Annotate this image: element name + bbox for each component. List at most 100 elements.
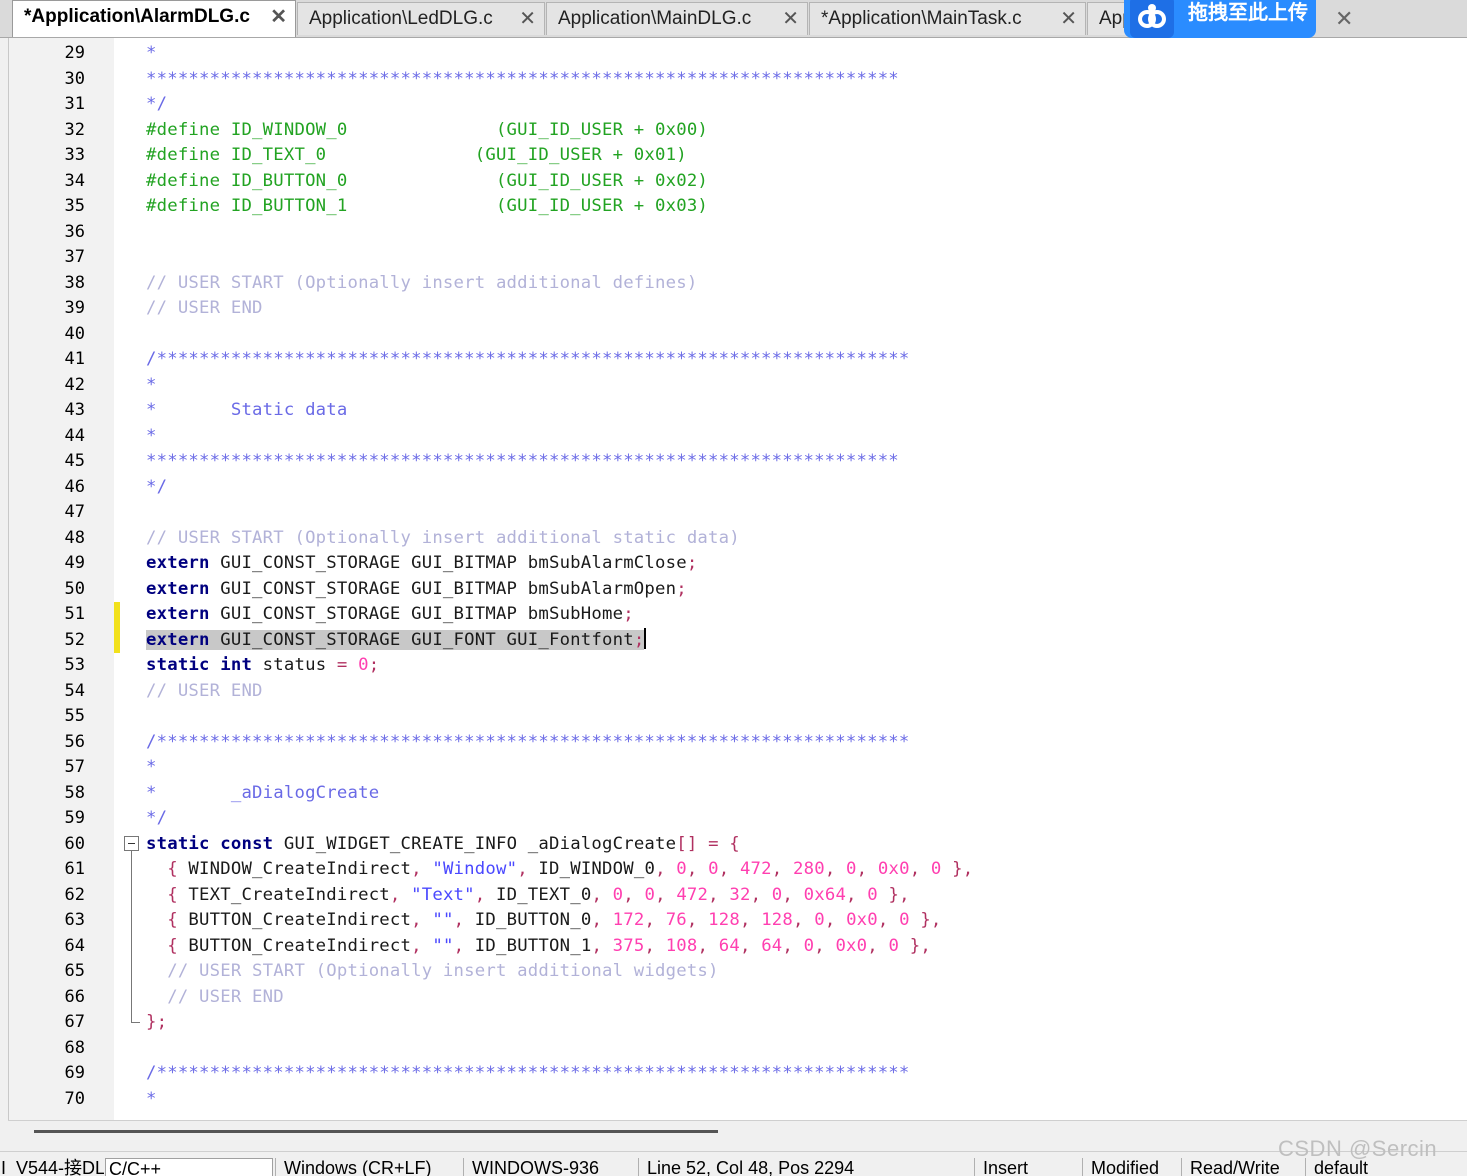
code-line[interactable]: 40 [9, 322, 1467, 348]
code-line[interactable]: 55 [9, 704, 1467, 730]
code-token: "" [432, 910, 454, 930]
code-editor[interactable]: 29 * 30 ***********************************… [8, 38, 1467, 1120]
horizontal-scrollbar[interactable] [8, 1120, 1467, 1145]
code-token: 172 [612, 910, 645, 930]
close-icon[interactable]: ✕ [1060, 3, 1077, 35]
code-line[interactable]: 43 * Static data [9, 398, 1467, 424]
language-selector[interactable]: C/C++ [105, 1158, 273, 1176]
line-number: 41 [64, 349, 85, 369]
code-line[interactable]: 53 static int status = 0; [9, 653, 1467, 679]
code-line[interactable]: 66 // USER END [9, 984, 1467, 1010]
code-line[interactable]: 51 extern GUI_CONST_STORAGE GUI_BITMAP bm… [9, 602, 1467, 628]
close-icon[interactable]: ✕ [519, 3, 536, 35]
code-token: ****************************************… [146, 68, 899, 89]
code-token: , [623, 884, 634, 905]
line-number: 65 [64, 961, 85, 981]
code-token: , [655, 884, 666, 905]
code-text: #define ID_TEXT_0 (GUI_ID_USER + 0x01) [146, 143, 687, 169]
code-token: #define ID_TEXT_0 (GUI_ID_USER + 0x01) [146, 145, 687, 165]
code-token: ; [686, 553, 698, 573]
code-line[interactable]: 58 * _aDialogCreate [9, 781, 1467, 807]
code-line[interactable]: 35 #define ID_BUTTON_1 (GUI_ID_USER + 0x0… [9, 194, 1467, 220]
code-line[interactable]: 49 extern GUI_CONST_STORAGE GUI_BITMAP bm… [9, 551, 1467, 577]
line-number: 37 [64, 247, 85, 267]
close-icon[interactable]: ✕ [782, 3, 799, 35]
code-token: , [708, 884, 719, 905]
code-token: /***************************************… [146, 1063, 910, 1083]
code-line[interactable]: 65 // USER START (Optionally insert addi… [9, 959, 1467, 985]
code-line[interactable]: 52 extern GUI_CONST_STORAGE GUI_FONT GUI_… [9, 627, 1467, 653]
tab-maintask[interactable]: *Application\MainTask.c ✕ [809, 2, 1086, 35]
code-line[interactable]: 60 static const GUI_WIDGET_CREATE_INFO _a… [9, 832, 1467, 858]
code-token: }; [146, 1012, 168, 1032]
code-line[interactable]: 33 #define ID_TEXT_0 (GUI_ID_USER + 0x01) [9, 143, 1467, 169]
code-line[interactable]: 36 [9, 220, 1467, 246]
code-line[interactable]: 68 [9, 1036, 1467, 1062]
code-line[interactable]: 50 extern GUI_CONST_STORAGE GUI_BITMAP bm… [9, 577, 1467, 603]
code-text: /***************************************… [146, 730, 910, 756]
tab-alarmdlg[interactable]: *Application\AlarmDLG.c ✕ [12, 0, 296, 37]
code-token: , [739, 910, 751, 930]
code-line[interactable]: 45 **************************************… [9, 449, 1467, 475]
code-line[interactable]: 54 // USER END [9, 679, 1467, 705]
scrollbar-thumb[interactable] [34, 1130, 718, 1133]
tab-maindlg[interactable]: Application\MainDLG.c ✕ [546, 2, 808, 35]
line-number: 36 [64, 221, 85, 242]
fold-toggle-icon[interactable] [124, 832, 141, 858]
code-line[interactable]: 31 */ [9, 92, 1467, 118]
close-icon[interactable]: ✕ [270, 1, 287, 34]
code-token: BUTTON_CreateIndirect [177, 910, 412, 930]
upload-drop-target[interactable]: 拖拽至此上传 [1124, 0, 1316, 38]
code-text: extern GUI_CONST_STORAGE GUI_BITMAP bmSu… [146, 551, 697, 577]
status-mode[interactable]: Insert [974, 1158, 1082, 1176]
code-line[interactable]: 30 **************************************… [9, 67, 1467, 93]
code-line[interactable]: 42 * [9, 373, 1467, 399]
status-position: Line 52, Col 48, Pos 2294 [638, 1158, 974, 1176]
fold-line [124, 857, 141, 883]
code-line[interactable]: 70 * [9, 1087, 1467, 1113]
code-token: #define ID_WINDOW_0 (GUI_ID_USER + 0x00) [146, 119, 709, 140]
status-eol[interactable]: Windows (CR+LF) [275, 1158, 463, 1176]
code-line[interactable]: 29 * [9, 41, 1467, 67]
code-line[interactable]: 48 // USER START (Optionally insert addit… [9, 526, 1467, 552]
code-line[interactable]: 64 { BUTTON_CreateIndirect, "", ID_BUTTO… [9, 933, 1467, 959]
code-token: { [167, 884, 178, 905]
code-line[interactable]: 41 /*************************************… [9, 347, 1467, 373]
line-number: 62 [64, 884, 85, 905]
code-line[interactable]: 69 /*************************************… [9, 1061, 1467, 1087]
close-icon[interactable]: ✕ [1335, 2, 1353, 35]
status-encoding[interactable]: WINDOWS-936 [463, 1158, 638, 1176]
code-token: , [793, 910, 804, 930]
code-line[interactable]: 56 /*************************************… [9, 730, 1467, 756]
code-line[interactable]: 37 [9, 245, 1467, 271]
code-token: // USER END [146, 680, 263, 701]
code-line[interactable]: 39 // USER END [9, 296, 1467, 322]
code-line[interactable]: 62 { TEXT_CreateIndirect, "Text", ID_TEX… [9, 882, 1467, 908]
code-line[interactable]: 32 #define ID_WINDOW_0 (GUI_ID_USER + 0x0… [9, 118, 1467, 144]
code-line[interactable]: 57 * [9, 755, 1467, 781]
code-line[interactable]: 59 */ [9, 806, 1467, 832]
code-token: extern [146, 604, 210, 624]
code-line[interactable]: 38 // USER START (Optionally insert addit… [9, 271, 1467, 297]
code-token: 0 [846, 859, 857, 879]
tab-leddlg[interactable]: Application\LedDLG.c ✕ [297, 2, 545, 35]
fold-line [124, 908, 141, 934]
code-line[interactable]: 63 { BUTTON_CreateIndirect, "", ID_BUTTO… [9, 908, 1467, 934]
code-token: BUTTON_CreateIndirect [177, 935, 412, 956]
line-number: 70 [64, 1088, 85, 1109]
line-number: 58 [64, 782, 85, 803]
code-text: extern GUI_CONST_STORAGE GUI_BITMAP bmSu… [146, 602, 634, 628]
code-line[interactable]: 44 * [9, 424, 1467, 450]
tab-label: *Application\AlarmDLG.c [24, 6, 250, 27]
code-line[interactable]: 34 #define ID_BUTTON_0 (GUI_ID_USER + 0x0… [9, 169, 1467, 195]
code-line[interactable]: 47 [9, 500, 1467, 526]
code-line[interactable]: 67}; [9, 1010, 1467, 1036]
code-line[interactable]: 46 */ [9, 475, 1467, 501]
code-token: // USER END [146, 298, 263, 318]
code-line[interactable]: 61 { WINDOW_CreateIndirect, "Window", ID… [9, 857, 1467, 883]
code-token: }, [952, 859, 974, 879]
